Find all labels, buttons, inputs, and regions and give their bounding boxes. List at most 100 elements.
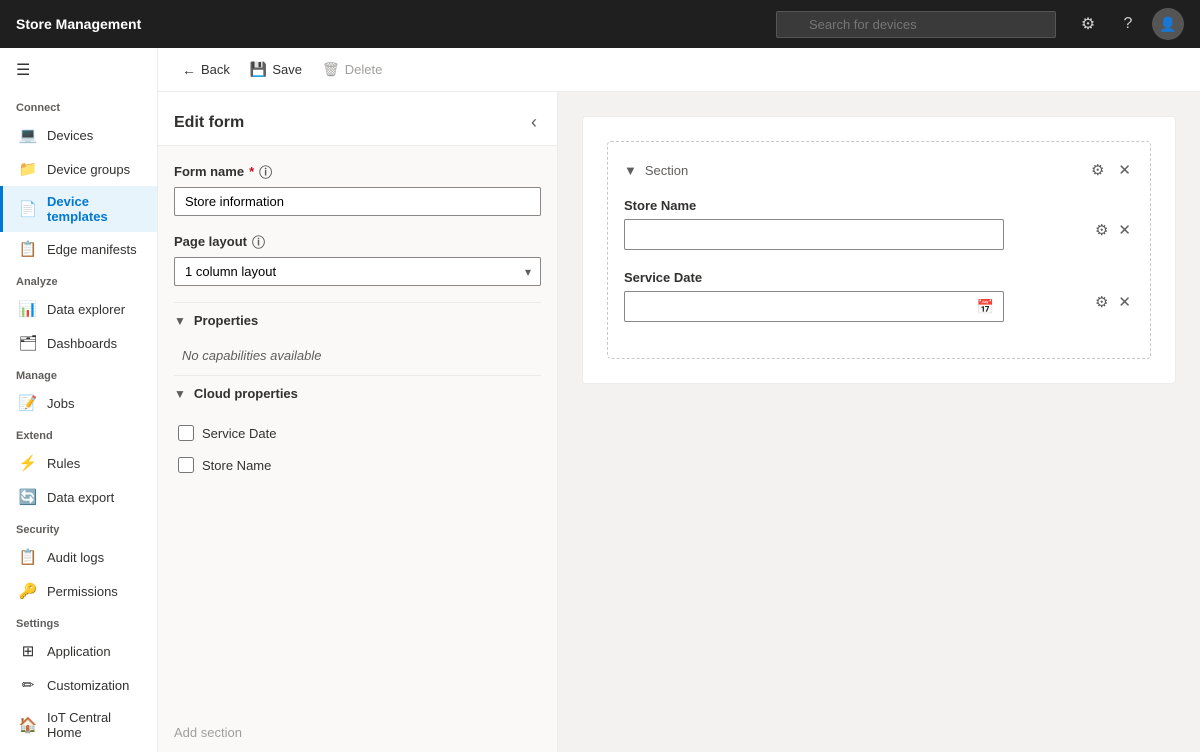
sidebar-item-device-groups[interactable]: 📁 Device groups <box>0 152 157 186</box>
sidebar-item-audit-logs[interactable]: 📋 Audit logs <box>0 540 157 574</box>
edit-panel-close-button[interactable]: ‹ <box>527 108 541 137</box>
date-input-wrapper: 📅 <box>624 291 1004 322</box>
topbar: Store Management 🔍 ⚙ ? 👤 <box>0 0 1200 48</box>
data-export-icon: 🔄 <box>19 488 37 506</box>
page-layout-label: Page layout ⓘ <box>174 232 541 251</box>
iot-central-home-icon: 🏠 <box>19 716 37 734</box>
cloud-properties-collapsible[interactable]: ▼ Cloud properties <box>174 375 541 409</box>
form-name-field: Form name * ⓘ <box>174 162 541 216</box>
sidebar-item-jobs[interactable]: 📝 Jobs <box>0 386 157 420</box>
cloud-properties-label: Cloud properties <box>194 386 298 401</box>
back-label: Back <box>201 62 230 77</box>
main-layout: ☰ Connect 💻 Devices 📁 Device groups 📄 De… <box>0 48 1200 752</box>
sidebar-item-device-templates-label: Device templates <box>47 194 141 224</box>
form-preview: ▼ Section ⚙ ✕ Sto <box>582 116 1176 384</box>
preview-field-service-date-content: Service Date 📅 <box>624 270 1080 322</box>
split-pane: Edit form ‹ Form name * ⓘ <box>158 92 1200 752</box>
edit-panel: Edit form ‹ Form name * ⓘ <box>158 92 558 752</box>
search-input[interactable] <box>776 11 1056 38</box>
preview-field-store-name-content: Store Name <box>624 198 1080 250</box>
service-date-settings-button[interactable]: ⚙ <box>1092 290 1111 314</box>
save-button[interactable]: 💾 Save <box>242 56 310 83</box>
avatar-button[interactable]: 👤 <box>1152 8 1184 40</box>
delete-label: Delete <box>345 62 383 77</box>
preview-field-store-name-row: Store Name ⚙ ✕ <box>624 198 1134 250</box>
hamburger-button[interactable]: ☰ <box>0 48 157 92</box>
properties-collapsible[interactable]: ▼ Properties <box>174 302 541 336</box>
edit-panel-header: Edit form ‹ <box>158 92 557 146</box>
customization-icon: ✏ <box>19 676 37 694</box>
cloud-prop-store-name-checkbox[interactable] <box>178 457 194 473</box>
cloud-prop-service-date-checkbox[interactable] <box>178 425 194 441</box>
add-section-button[interactable]: Add section <box>158 713 557 752</box>
sidebar-item-dashboards-label: Dashboards <box>47 336 117 351</box>
application-icon: ⊞ <box>19 642 37 660</box>
help-icon-btn[interactable]: ? <box>1112 8 1144 40</box>
sidebar-item-rules[interactable]: ⚡ Rules <box>0 446 157 480</box>
settings-icon-btn[interactable]: ⚙ <box>1072 8 1104 40</box>
sidebar-item-dashboards[interactable]: 🗂 Dashboards <box>0 326 157 360</box>
sidebar-item-data-export[interactable]: 🔄 Data export <box>0 480 157 514</box>
service-date-close-button[interactable]: ✕ <box>1115 290 1134 314</box>
delete-icon: 🗑 <box>322 61 340 78</box>
avatar-icon: 👤 <box>1159 16 1176 33</box>
cloud-prop-store-name[interactable]: Store Name <box>174 449 541 481</box>
sidebar-item-customization[interactable]: ✏ Customization <box>0 668 157 702</box>
section-connect-label: Connect <box>0 92 157 118</box>
section-close-button[interactable]: ✕ <box>1115 158 1134 182</box>
section-header-left: ▼ Section <box>624 163 688 178</box>
sidebar-item-application[interactable]: ⊞ Application <box>0 634 157 668</box>
add-section-label: Add section <box>174 725 242 740</box>
back-button[interactable]: ← Back <box>174 57 238 83</box>
settings-icon: ⚙ <box>1081 14 1095 34</box>
section-security-label: Security <box>0 514 157 540</box>
preview-store-name-input[interactable] <box>624 219 1004 250</box>
sidebar-item-edge-manifests-label: Edge manifests <box>47 242 137 257</box>
sidebar-item-permissions[interactable]: 🔑 Permissions <box>0 574 157 608</box>
section-container: ▼ Section ⚙ ✕ Sto <box>607 141 1151 359</box>
sidebar-item-device-templates[interactable]: 📄 Device templates <box>0 186 157 232</box>
sidebar-item-data-explorer-label: Data explorer <box>47 302 125 317</box>
form-name-info-icon[interactable]: ⓘ <box>259 162 272 181</box>
preview-service-date-input[interactable] <box>624 291 1004 322</box>
save-icon: 💾 <box>250 61 267 78</box>
preview-area: ▼ Section ⚙ ✕ Sto <box>558 92 1200 752</box>
save-label: Save <box>272 62 302 77</box>
edit-panel-body: Form name * ⓘ Page layout ⓘ <box>158 146 557 713</box>
section-extend-label: Extend <box>0 420 157 446</box>
sidebar-item-devices[interactable]: 💻 Devices <box>0 118 157 152</box>
app-title: Store Management <box>16 16 141 32</box>
preview-field-store-name-label: Store Name <box>624 198 1080 213</box>
cloud-properties-chevron-icon: ▼ <box>174 387 186 401</box>
audit-logs-icon: 📋 <box>19 548 37 566</box>
properties-label: Properties <box>194 313 258 328</box>
sidebar: ☰ Connect 💻 Devices 📁 Device groups 📄 De… <box>0 48 158 752</box>
device-templates-icon: 📄 <box>19 200 37 218</box>
section-settings-button[interactable]: ⚙ <box>1088 158 1107 182</box>
page-layout-select-wrapper: 1 column layout 2 column layout ▾ <box>174 257 541 286</box>
section-settings-label: Settings <box>0 608 157 634</box>
delete-button[interactable]: 🗑 Delete <box>314 56 390 83</box>
required-indicator: * <box>249 164 254 179</box>
jobs-icon: 📝 <box>19 394 37 412</box>
store-name-close-button[interactable]: ✕ <box>1115 218 1134 242</box>
sidebar-item-iot-central-home[interactable]: 🏠 IoT Central Home <box>0 702 157 748</box>
sidebar-item-edge-manifests[interactable]: 📋 Edge manifests <box>0 232 157 266</box>
sidebar-item-data-explorer[interactable]: 📊 Data explorer <box>0 292 157 326</box>
sidebar-item-iot-central-home-label: IoT Central Home <box>47 710 141 740</box>
section-collapse-icon[interactable]: ▼ <box>624 163 637 178</box>
toolbar: ← Back 💾 Save 🗑 Delete <box>158 48 1200 92</box>
store-name-settings-button[interactable]: ⚙ <box>1092 218 1111 242</box>
sidebar-item-devices-label: Devices <box>47 128 93 143</box>
form-name-input[interactable] <box>174 187 541 216</box>
cloud-prop-service-date[interactable]: Service Date <box>174 417 541 449</box>
preview-field-service-date-label: Service Date <box>624 270 1080 285</box>
device-groups-icon: 📁 <box>19 160 37 178</box>
form-name-label: Form name * ⓘ <box>174 162 541 181</box>
cloud-prop-store-name-label: Store Name <box>202 458 271 473</box>
page-layout-info-icon[interactable]: ⓘ <box>252 232 265 251</box>
page-layout-select[interactable]: 1 column layout 2 column layout <box>174 257 541 286</box>
permissions-icon: 🔑 <box>19 582 37 600</box>
section-label: Section <box>645 163 688 178</box>
section-analyze-label: Analyze <box>0 266 157 292</box>
